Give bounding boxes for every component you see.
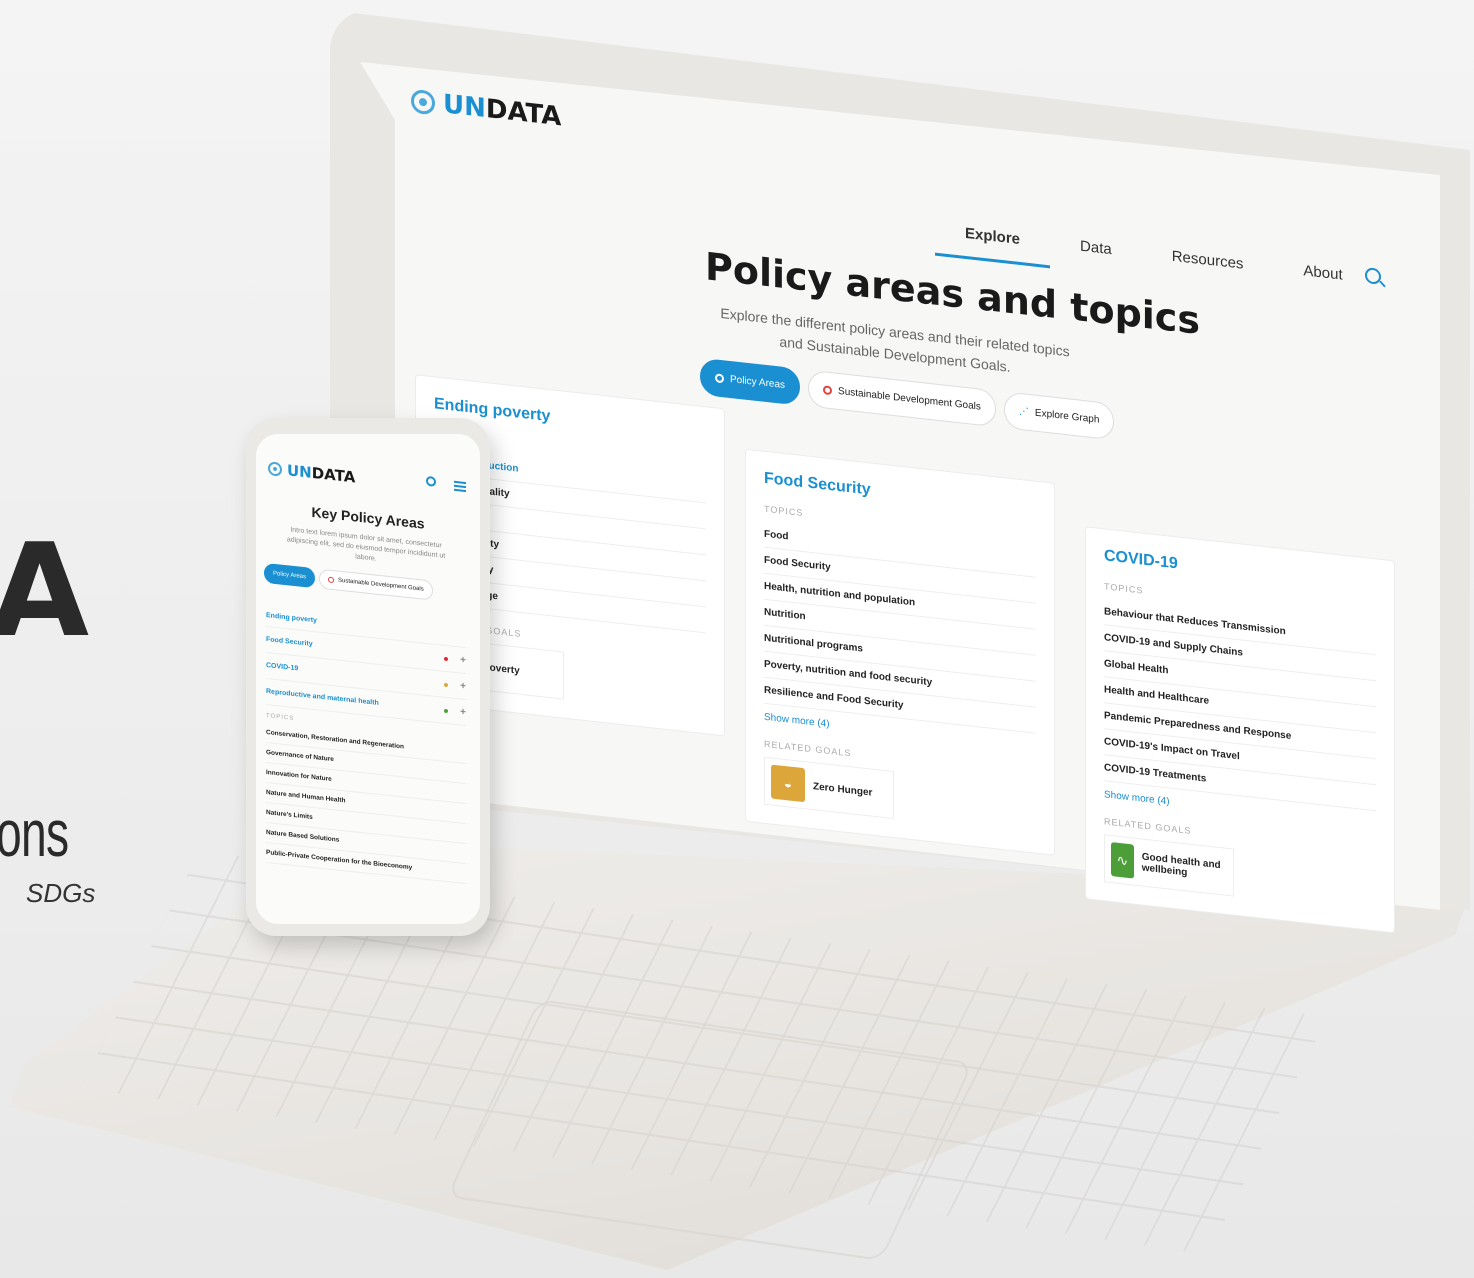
- promo-line: ons: [0, 796, 69, 870]
- menu-icon[interactable]: [454, 480, 466, 493]
- nav-explore[interactable]: Explore: [935, 211, 1051, 269]
- phone-page: UNDATA Key Policy Areas Intro text lorem…: [256, 434, 480, 924]
- un-globe-icon: [268, 461, 282, 477]
- policy-card-covid-19[interactable]: COVID-19 TOPICS Behaviour that Reduces T…: [1085, 526, 1395, 934]
- promo-subtitle: SDGs: [26, 878, 96, 908]
- user-icon[interactable]: [426, 475, 436, 487]
- pill-sdgs[interactable]: Sustainable Development Goals: [319, 568, 433, 601]
- plus-icon[interactable]: +: [460, 654, 466, 666]
- globe-icon: [715, 373, 724, 384]
- goal-dot-icon: [444, 656, 449, 661]
- goal-badge[interactable]: ∿ Good health and wellbeing: [1104, 834, 1234, 897]
- graph-icon: ⋰: [1018, 405, 1029, 418]
- undata-logo[interactable]: UNDATA: [411, 86, 561, 132]
- view-toggle: Policy Areas Sustainable Development Goa…: [264, 562, 433, 601]
- undata-logo[interactable]: UNDATA: [268, 459, 355, 486]
- phone-device: UNDATA Key Policy Areas Intro text lorem…: [246, 418, 490, 936]
- nav-resources[interactable]: Resources: [1142, 234, 1274, 293]
- sdg-ring-icon: [823, 385, 833, 396]
- pill-sdgs[interactable]: Sustainable Development Goals: [808, 369, 996, 428]
- laptop-page: UNDATA Explore Data Resources About Poli…: [395, 60, 1435, 935]
- pill-policy-areas[interactable]: Policy Areas: [264, 562, 316, 589]
- pill-explore-graph[interactable]: ⋰ Explore Graph: [1003, 391, 1115, 441]
- goal-badge[interactable]: ◒ Zero Hunger: [764, 756, 894, 820]
- zero-hunger-icon: ◒: [771, 764, 805, 803]
- plus-icon[interactable]: +: [460, 706, 466, 718]
- promo-heading: A: [0, 517, 90, 666]
- pill-policy-areas[interactable]: Policy Areas: [700, 357, 801, 406]
- heartbeat-icon: ∿: [1111, 842, 1134, 879]
- un-globe-icon: [411, 88, 435, 116]
- goal-dot-icon: [444, 682, 449, 687]
- nav-about[interactable]: About: [1273, 249, 1372, 304]
- nav-data[interactable]: Data: [1050, 224, 1142, 278]
- goal-dot-icon: [444, 708, 449, 713]
- policy-area-list: Ending poverty Food Security + COVID-19 + …: [266, 605, 466, 885]
- plus-icon[interactable]: +: [460, 680, 466, 692]
- phone-screen: UNDATA Key Policy Areas Intro text lorem…: [256, 434, 480, 924]
- policy-card-food-security[interactable]: Food Security TOPICS Food Food Security …: [745, 448, 1055, 856]
- page-intro: Intro text lorem ipsum dolor sit amet, c…: [286, 526, 446, 563]
- sdg-ring-icon: [328, 576, 335, 584]
